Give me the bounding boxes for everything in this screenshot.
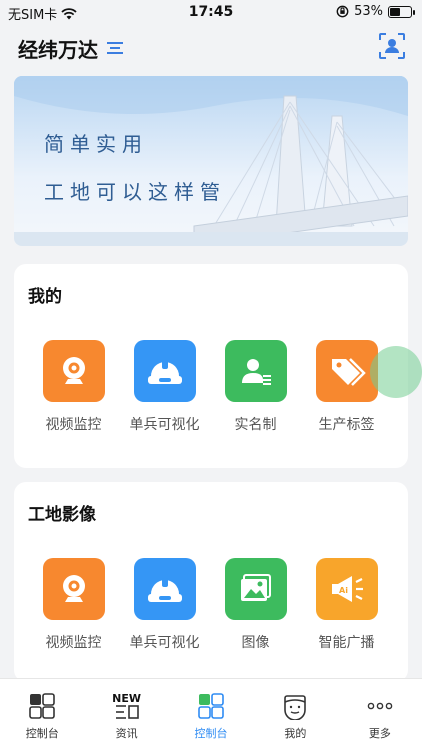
tile-broadcast[interactable]: Ai <box>315 558 378 620</box>
rotation-lock-icon <box>336 5 349 18</box>
mine-grid: 视频监控 单兵可视化 实名制 生产标签 <box>14 340 408 434</box>
news-badge: NEW <box>112 691 142 705</box>
tab-label: 更多 <box>368 727 391 740</box>
tile-soldier-visual[interactable] <box>133 340 196 402</box>
site-media-grid: 视频监控 单兵可视化 图像 Ai 智能广播 <box>14 558 408 652</box>
site-media-title: 工地影像 <box>28 505 96 525</box>
more-icon <box>365 691 395 721</box>
mine-item-label: 生产标签 <box>318 417 375 433</box>
site-item-label: 单兵可视化 <box>129 635 200 651</box>
tile-soldier-visual[interactable] <box>133 558 196 620</box>
page-title: 经纬万达 <box>18 37 98 62</box>
image-icon <box>240 574 271 601</box>
banner-slogan-1: 简单实用 <box>44 132 148 156</box>
site-item-video-monitor[interactable]: 视频监控 <box>28 558 119 652</box>
tile-image[interactable] <box>224 558 287 620</box>
tab-label: 控制台 <box>194 727 228 740</box>
svg-text:Ai: Ai <box>339 586 348 595</box>
tab-label: 我的 <box>284 727 307 740</box>
tab-label: 资讯 <box>115 727 138 740</box>
site-item-label: 图像 <box>241 635 270 651</box>
status-right: 53% <box>336 4 415 19</box>
filter-menu-icon[interactable] <box>106 41 124 55</box>
bridge-illustration <box>14 76 408 246</box>
tab-console-active[interactable]: 控制台 <box>169 679 253 750</box>
site-item-image[interactable]: 图像 <box>210 558 301 652</box>
dashboard-icon <box>196 691 226 721</box>
site-media-card: 工地影像 视频监控 单兵可视化 图像 Ai 智能广播 <box>14 482 408 682</box>
tab-console[interactable]: 控制台 <box>0 679 84 750</box>
mine-item-real-name[interactable]: 实名制 <box>210 340 301 434</box>
mine-item-soldier-visual[interactable]: 单兵可视化 <box>119 340 210 434</box>
site-item-soldier-visual[interactable]: 单兵可视化 <box>119 558 210 652</box>
banner-slogan-2: 工地可以这样管 <box>44 180 226 204</box>
battery-icon <box>388 5 415 18</box>
tab-mine[interactable]: 我的 <box>253 679 337 750</box>
tab-more[interactable]: 更多 <box>338 679 422 750</box>
status-bar: 无SIM卡 17:45 53% <box>0 0 422 24</box>
profile-scan-icon[interactable] <box>378 32 406 60</box>
battery-fill <box>390 7 400 16</box>
mine-item-label: 单兵可视化 <box>129 417 200 433</box>
tab-label: 控制台 <box>25 727 59 740</box>
news-icon: NEW <box>112 691 142 721</box>
header: 经纬万达 <box>18 30 406 66</box>
mine-item-label: 视频监控 <box>45 417 102 433</box>
camera-icon <box>62 357 85 384</box>
tile-video-monitor[interactable] <box>42 558 105 620</box>
floating-assist-button[interactable] <box>370 346 422 398</box>
dashboard-icon <box>27 691 57 721</box>
helmet-icon <box>147 578 182 602</box>
battery-percent: 53% <box>354 4 383 19</box>
site-item-broadcast[interactable]: Ai 智能广播 <box>301 558 392 652</box>
helmet-icon <box>147 360 182 384</box>
site-item-label: 视频监控 <box>45 635 102 651</box>
mine-card: 我的 视频监控 单兵可视化 实名制 生产标签 <box>14 264 408 468</box>
banner[interactable]: 简单实用 工地可以这样管 <box>14 76 408 246</box>
mine-item-label: 实名制 <box>234 417 277 433</box>
tile-production-tag[interactable] <box>315 340 378 402</box>
tab-news[interactable]: NEW 资讯 <box>84 679 168 750</box>
broadcast-icon: Ai <box>331 576 363 602</box>
face-icon <box>280 691 310 721</box>
tag-icon <box>331 358 366 386</box>
camera-icon <box>62 575 85 602</box>
site-item-label: 智能广播 <box>318 635 375 651</box>
bottom-tab-bar: 控制台 NEW 资讯 控制台 我的 更多 <box>0 678 422 750</box>
mine-item-video-monitor[interactable]: 视频监控 <box>28 340 119 434</box>
mine-title: 我的 <box>28 287 62 307</box>
tile-real-name[interactable] <box>224 340 287 402</box>
tile-video-monitor[interactable] <box>42 340 105 402</box>
id-person-icon <box>241 359 271 385</box>
